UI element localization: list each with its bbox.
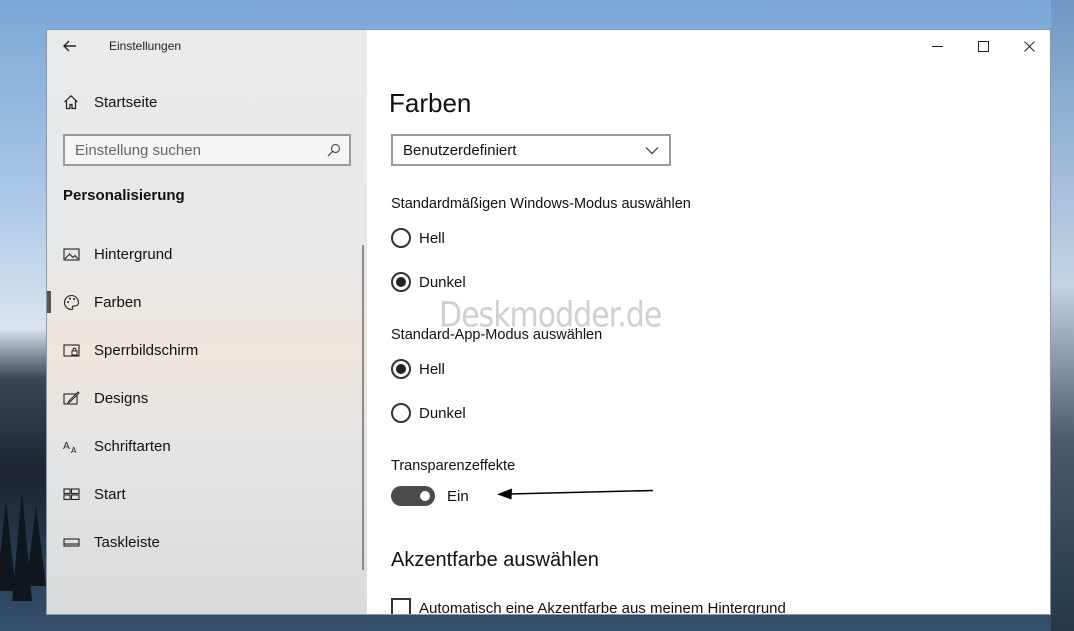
svg-text:A: A: [63, 441, 70, 452]
radio-circle[interactable]: [391, 403, 411, 423]
windows-mode-label: Standardmäßigen Windows-Modus auswählen: [391, 196, 691, 212]
sidebar-item-label: Sperrbildschirm: [94, 341, 199, 359]
radio-label: Dunkel: [419, 273, 466, 291]
accent-heading: Akzentfarbe auswählen: [391, 549, 599, 571]
sidebar-item-taskleiste[interactable]: Taskleiste: [47, 518, 367, 566]
sidebar-scrollbar[interactable]: [362, 245, 364, 570]
toggle-state-label: Ein: [447, 487, 469, 505]
home-label: Startseite: [94, 93, 158, 111]
transparency-label: Transparenzeffekte: [391, 458, 516, 474]
radio-circle[interactable]: [391, 359, 411, 379]
sidebar-item-schriftarten[interactable]: AA Schriftarten: [47, 422, 367, 470]
color-mode-value: Benutzerdefiniert: [403, 141, 517, 159]
color-mode-select[interactable]: Benutzerdefiniert: [391, 134, 671, 166]
search-icon[interactable]: [327, 143, 341, 157]
titlebar-left: Einstellungen: [47, 30, 367, 62]
auto-accent-checkbox-row[interactable]: Automatisch eine Akzentfarbe aus meinem …: [391, 597, 786, 615]
radio-label: Dunkel: [419, 404, 466, 422]
font-icon: AA: [63, 441, 77, 455]
sidebar-item-label: Farben: [94, 293, 142, 311]
sidebar-nav: Hintergrund Farben Sperrbildschirm Desig…: [47, 230, 367, 566]
palette-icon: [63, 294, 80, 310]
radio-circle[interactable]: [391, 228, 411, 248]
toggle-knob: [420, 491, 430, 501]
app-mode-label: Standard-App-Modus auswählen: [391, 327, 603, 343]
radio-circle[interactable]: [391, 272, 411, 292]
sidebar-item-label: Start: [94, 485, 126, 503]
transparency-toggle[interactable]: Ein: [391, 485, 469, 507]
annotation-arrow: [497, 488, 654, 500]
window-controls: [914, 30, 1050, 62]
page-title: Farben: [389, 88, 472, 118]
sidebar-item-label: Hintergrund: [94, 245, 173, 263]
sidebar-item-start[interactable]: Start: [47, 470, 367, 518]
close-icon: [1023, 40, 1035, 52]
search-box[interactable]: [63, 134, 351, 166]
taskbar-icon: [63, 537, 80, 547]
tree-decoration: [26, 506, 46, 586]
close-button[interactable]: [1006, 30, 1050, 62]
search-input[interactable]: [65, 137, 315, 163]
windows-mode-dunkel-radio[interactable]: Dunkel: [391, 271, 466, 293]
sidebar-item-farben[interactable]: Farben: [47, 278, 367, 326]
chevron-down-icon: [645, 147, 659, 155]
auto-accent-checkbox[interactable]: [391, 598, 411, 614]
maximize-button[interactable]: [960, 30, 1006, 62]
app-title: Einstellungen: [109, 39, 182, 53]
back-button[interactable]: [47, 30, 93, 62]
section-title: Personalisierung: [63, 187, 185, 204]
desktop-edge-right: [1051, 0, 1074, 631]
app-mode-dunkel-radio[interactable]: Dunkel: [391, 402, 466, 424]
svg-text:A: A: [71, 446, 77, 455]
start-icon: [63, 487, 80, 500]
sidebar-item-designs[interactable]: Designs: [47, 374, 367, 422]
sidebar-item-hintergrund[interactable]: Hintergrund: [47, 230, 367, 278]
image-icon: [63, 247, 80, 261]
settings-window: Einstellungen Startseite Personalisierun…: [46, 29, 1051, 615]
content-pane: Farben Benutzerdefiniert Standardmäßigen…: [367, 30, 1050, 615]
sidebar-item-sperrbildschirm[interactable]: Sperrbildschirm: [47, 326, 367, 374]
radio-label: Hell: [419, 229, 445, 247]
designs-icon: [63, 390, 80, 405]
minimize-button[interactable]: [914, 30, 960, 62]
toggle-switch[interactable]: [391, 486, 435, 506]
home-link[interactable]: Startseite: [47, 86, 367, 118]
auto-accent-label: Automatisch eine Akzentfarbe aus meinem …: [419, 599, 786, 615]
lock-screen-icon: [63, 343, 80, 357]
sidebar-item-label: Taskleiste: [94, 533, 160, 551]
app-mode-hell-radio[interactable]: Hell: [391, 358, 445, 380]
radio-label: Hell: [419, 360, 445, 378]
home-icon: [64, 94, 78, 110]
windows-mode-hell-radio[interactable]: Hell: [391, 227, 445, 249]
back-arrow-icon: [63, 40, 76, 52]
maximize-icon: [977, 40, 989, 52]
sidebar-item-label: Designs: [94, 389, 149, 407]
sidebar: Einstellungen Startseite Personalisierun…: [47, 30, 367, 614]
sidebar-item-label: Schriftarten: [94, 437, 171, 455]
minimize-icon: [931, 45, 943, 47]
